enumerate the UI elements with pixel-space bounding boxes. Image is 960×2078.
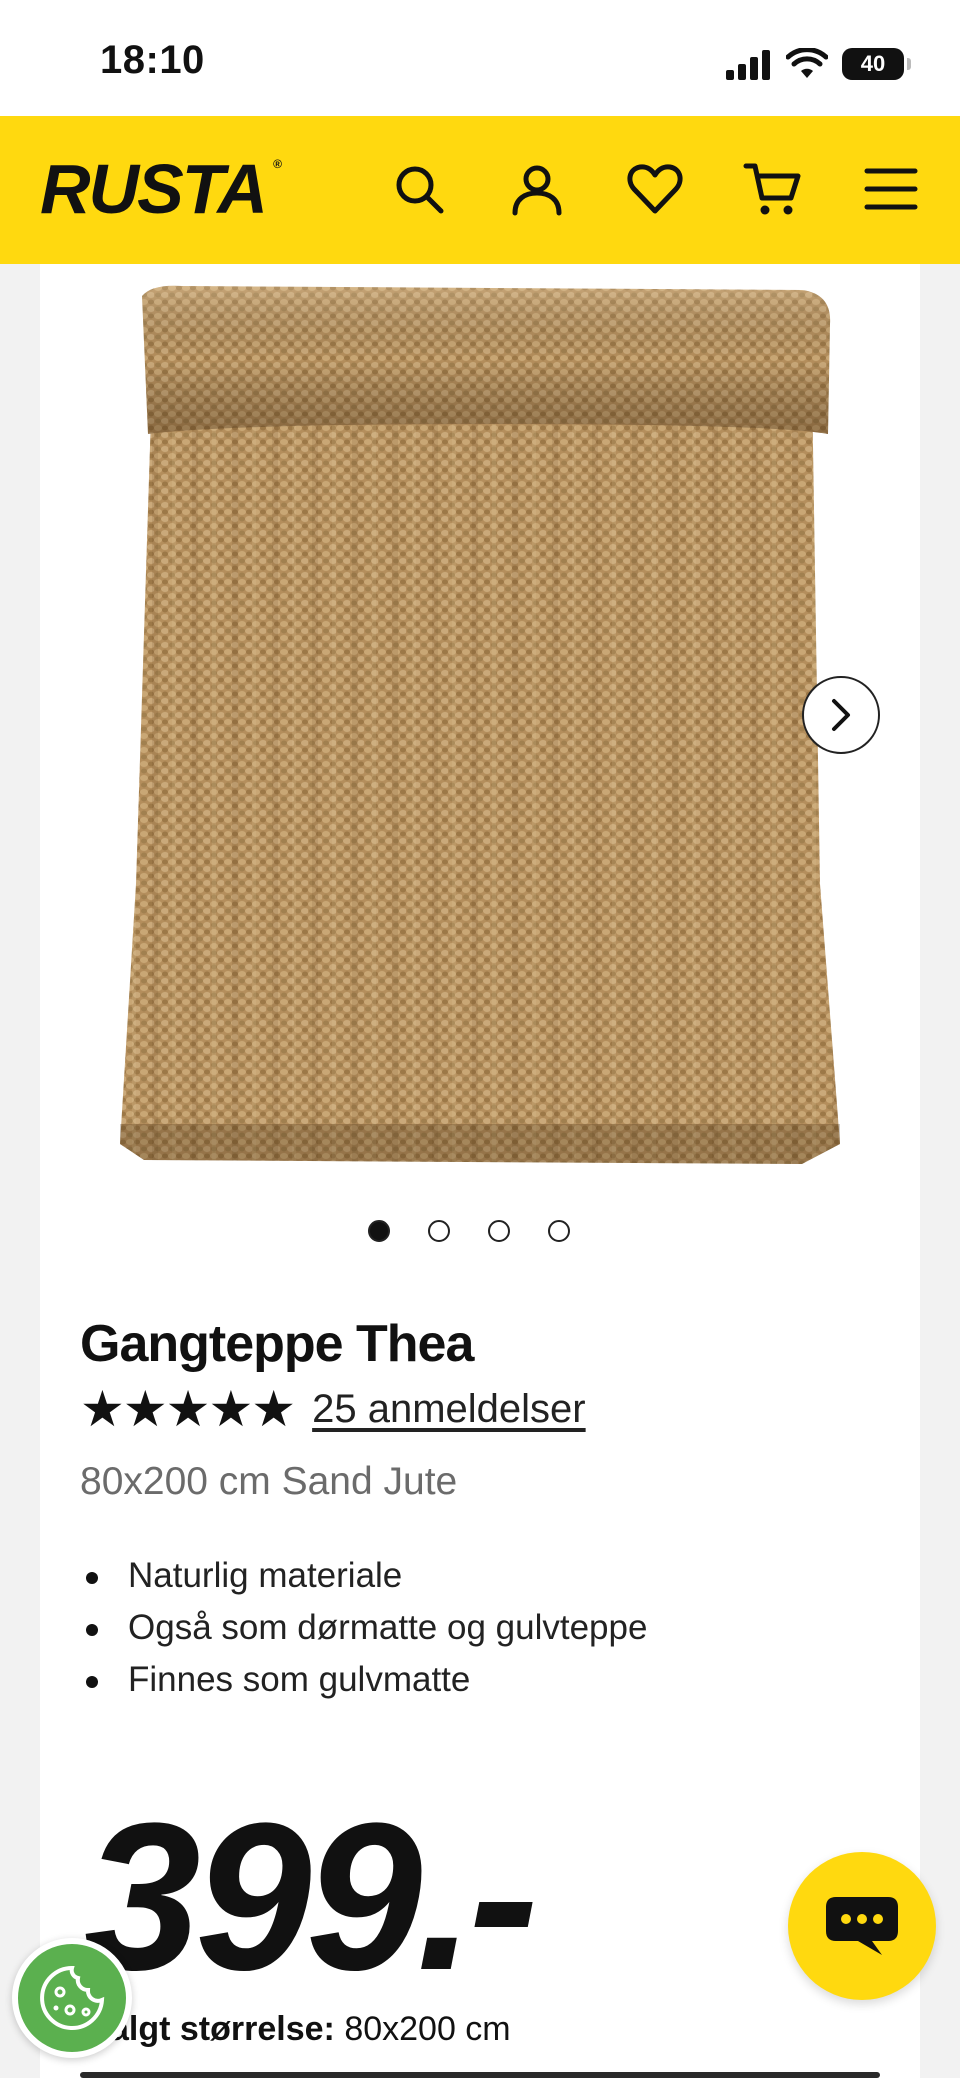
product-image[interactable]: [112, 284, 852, 1184]
gallery-dot[interactable]: [548, 1220, 570, 1242]
cellular-signal-icon: [726, 50, 770, 80]
product-price: 399.-: [84, 1779, 539, 2014]
search-icon[interactable]: [386, 156, 452, 222]
wifi-icon: [786, 48, 828, 78]
wishlist-heart-icon[interactable]: [622, 156, 688, 222]
feature-list: Naturlig materiale Også som dørmatte og …: [80, 1550, 647, 1706]
selected-size-label: algt størrelse:: [110, 2010, 335, 2048]
cart-icon[interactable]: [740, 156, 806, 222]
gallery-dot[interactable]: [488, 1220, 510, 1242]
gallery-dot[interactable]: [428, 1220, 450, 1242]
cookie-settings-button[interactable]: [12, 1938, 132, 2058]
status-time: 18:10: [100, 38, 205, 82]
feature-item: Naturlig materiale: [80, 1550, 647, 1602]
selected-size: algt størrelse: 80x200 cm: [110, 2010, 511, 2049]
reviews-link[interactable]: 25 anmeldelser: [312, 1387, 586, 1432]
feature-item: Finnes som gulvmatte: [80, 1654, 647, 1706]
rating-row: ★★★★★ 25 anmeldelser: [80, 1384, 586, 1434]
battery-indicator: 40: [842, 48, 911, 80]
chevron-right-icon: [832, 699, 850, 731]
product-title: Gangteppe Thea: [80, 1315, 474, 1373]
rusta-logo[interactable]: RUSTA ®: [40, 154, 282, 224]
status-icons: 40: [724, 44, 911, 84]
status-bar: 18:10 40: [0, 0, 960, 116]
cookie-icon: [40, 1965, 105, 2030]
menu-icon[interactable]: [858, 156, 924, 222]
gallery-next-button[interactable]: [802, 676, 880, 754]
product-card: Gangteppe Thea ★★★★★ 25 anmeldelser 80x2…: [40, 264, 920, 2078]
registered-mark: ®: [273, 157, 282, 171]
site-header: RUSTA ®: [0, 116, 960, 264]
gallery-dot[interactable]: [368, 1220, 390, 1242]
account-icon[interactable]: [504, 156, 570, 222]
chat-button[interactable]: [788, 1852, 936, 2000]
chat-bubble-icon: [826, 1897, 898, 1955]
product-variant: 80x200 cm Sand Jute: [80, 1460, 458, 1503]
size-selector[interactable]: [80, 2072, 880, 2078]
logo-text: RUSTA: [40, 150, 268, 228]
rating-stars: ★★★★★: [80, 1381, 296, 1437]
selected-size-value: 80x200 cm: [344, 2010, 511, 2048]
battery-level: 40: [860, 51, 886, 76]
feature-item: Også som dørmatte og gulvteppe: [80, 1602, 647, 1654]
gallery-pagination: [368, 1220, 570, 1242]
